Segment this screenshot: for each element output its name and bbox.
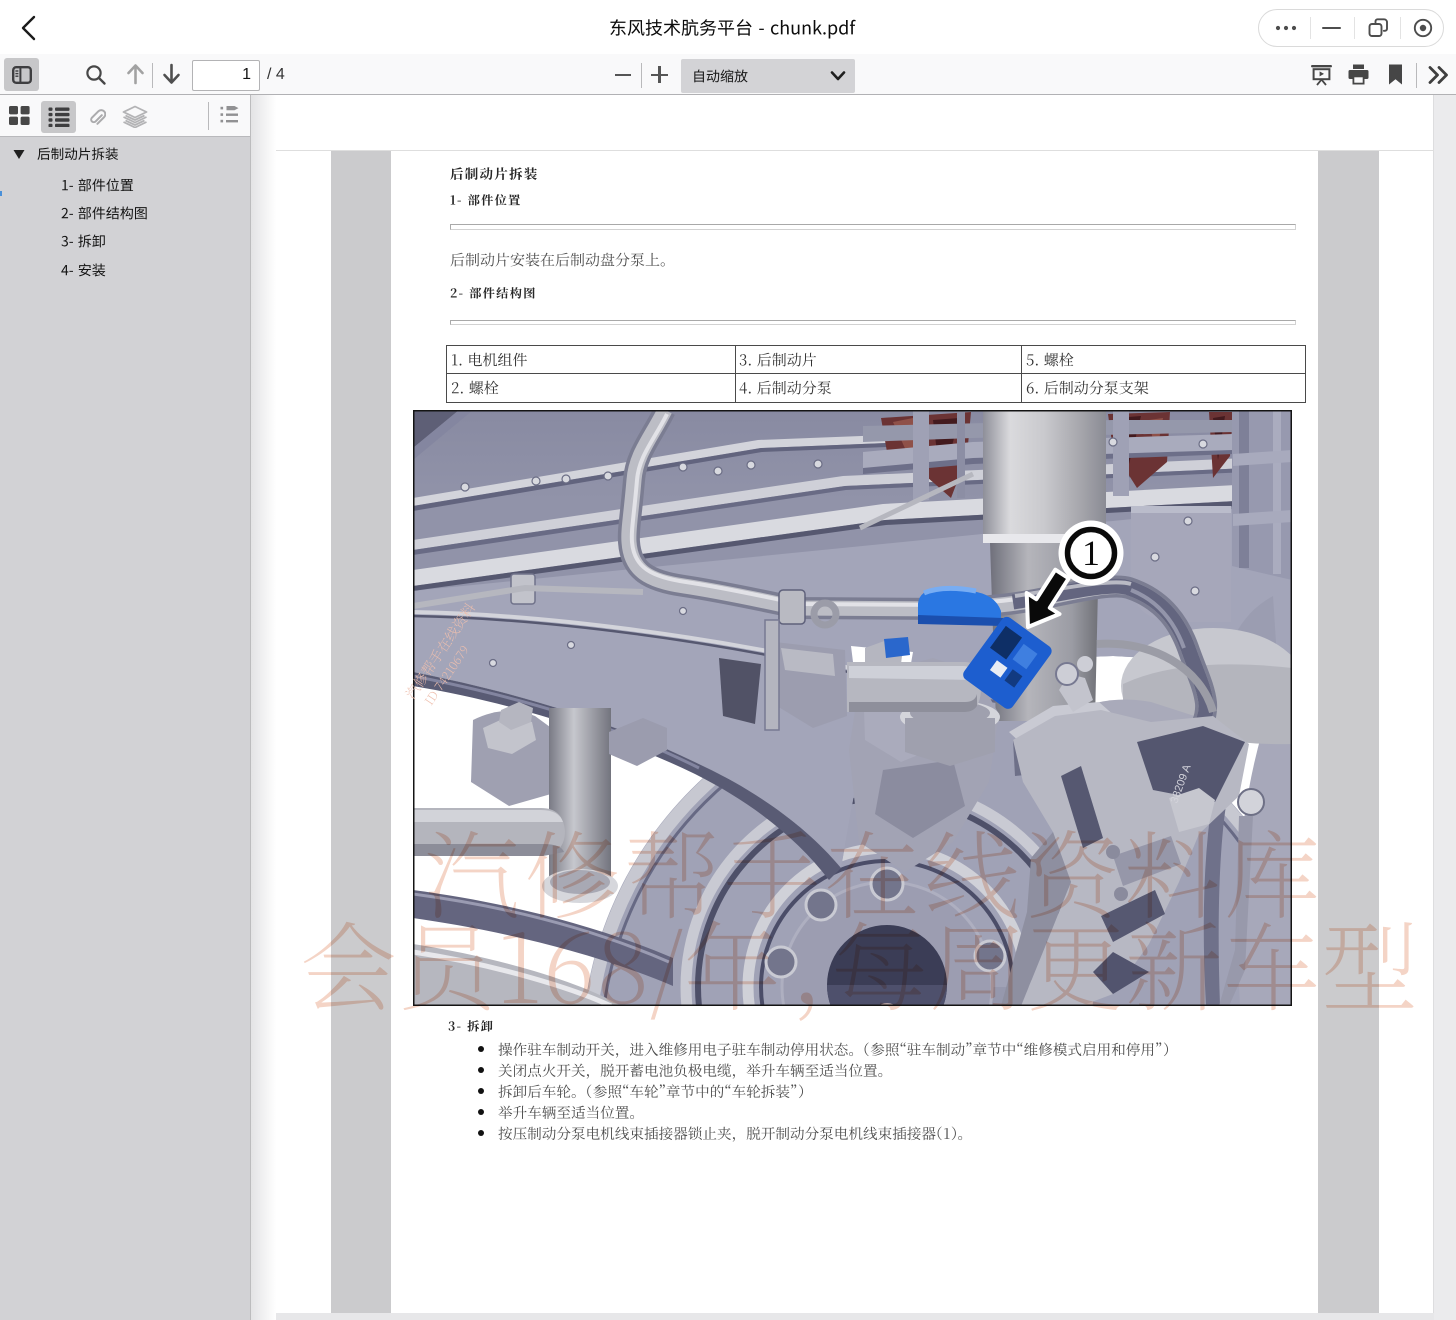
svg-text:1: 1 xyxy=(1082,533,1100,573)
